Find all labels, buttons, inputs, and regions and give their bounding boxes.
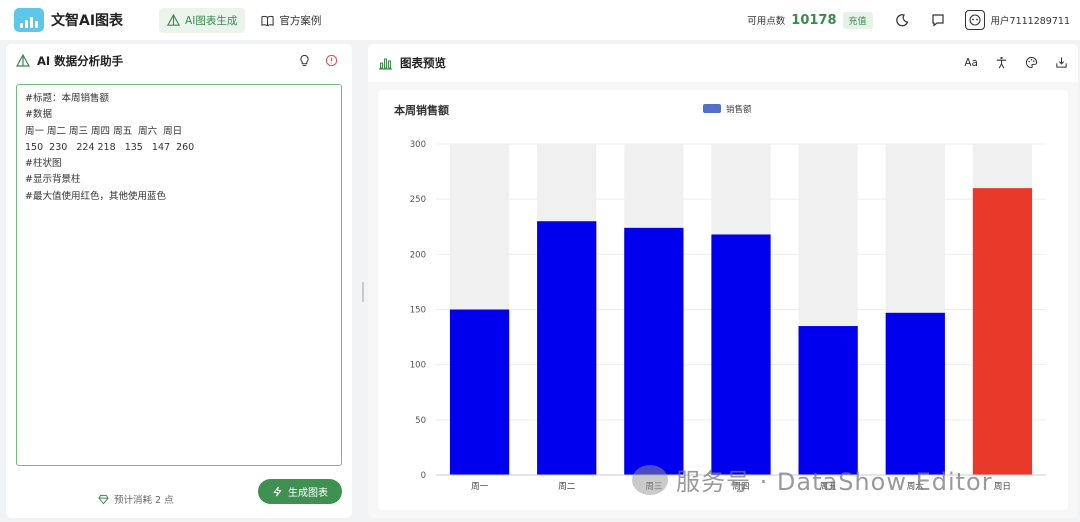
bar-chart: 本周销售额销售额050100150200250300周一周二周三周四周五周六周日 — [394, 103, 1046, 492]
account-area: 可用点数 10178 充值 用户7111289711 — [747, 0, 1070, 40]
points-value: 10178 — [791, 12, 837, 28]
diamond-icon — [98, 494, 109, 504]
nav-ai-chart-label: AI图表生成 — [185, 14, 238, 27]
legend-label: 销售额 — [726, 104, 752, 115]
wechat-icon — [632, 464, 668, 495]
nav-official-cases-label: 官方案例 — [279, 14, 322, 27]
nav-ai-chart[interactable]: AI图表生成 — [159, 7, 246, 33]
book-icon — [261, 15, 274, 26]
ai-assistant-panel: AI 数据分析助手 #标题：本周销售额 #数据周一 周二 周三 周四 周五 周六 … — [6, 44, 352, 518]
generate-label: 生成图表 — [288, 488, 328, 499]
y-tick-label: 250 — [410, 195, 426, 205]
watermark: 服务号 · DataShow Editor — [632, 462, 993, 497]
assistant-title: AI 数据分析助手 — [37, 54, 124, 68]
y-tick-label: 50 — [415, 416, 426, 426]
chart-preview-panel: 图表预览 Aa 本周销售额销售额050100150200250300周一周二周三… — [368, 44, 1078, 518]
lightbulb-icon[interactable] — [298, 54, 311, 67]
avatar[interactable] — [964, 10, 985, 30]
x-tick-label: 周日 — [994, 482, 1011, 492]
panel-resize-handle[interactable] — [362, 282, 364, 302]
y-tick-label: 100 — [410, 361, 426, 371]
x-tick-label: 周一 — [471, 482, 489, 492]
generate-chart-button[interactable]: 生成图表 — [258, 479, 342, 504]
chat-icon — [931, 14, 944, 27]
y-tick-label: 200 — [410, 250, 426, 260]
username: 用户7111289711 — [990, 16, 1070, 27]
x-tick-label: 周二 — [558, 482, 576, 492]
prompt-line: 周一 周二 周三 周四 周五 周六 周日 — [25, 125, 183, 137]
logo[interactable]: 文智AI图表 — [14, 8, 123, 32]
chart-card: 本周销售额销售额050100150200250300周一周二周三周四周五周六周日 — [378, 90, 1068, 510]
bar — [624, 227, 684, 475]
cost-label: 预计消耗 2 点 — [114, 495, 174, 506]
palette-icon[interactable] — [1025, 56, 1038, 69]
bar — [449, 309, 510, 475]
accessibility-icon[interactable] — [995, 56, 1008, 69]
assistant-footer: 预计消耗 2 点 生成图表 — [6, 478, 352, 518]
assistant-tools — [298, 54, 338, 67]
bar — [798, 326, 858, 475]
triangle-logo-icon — [16, 54, 30, 67]
prompt-line: 150 230 224 218 135 147 260 — [25, 141, 195, 153]
prompt-line: #标题：本周销售额 — [25, 93, 109, 104]
bar — [972, 188, 1033, 475]
y-tick-label: 150 — [410, 306, 426, 316]
download-icon[interactable] — [1055, 56, 1068, 69]
dark-mode-toggle[interactable] — [895, 13, 909, 27]
prompt-line: #数据 — [25, 109, 52, 121]
top-bar: 文智AI图表 AI图表生成 官方案例 可用点数 10178 充值 用户71112… — [0, 0, 1080, 40]
prompt-line: #柱状图 — [25, 158, 62, 170]
y-tick-label: 300 — [410, 140, 426, 150]
preview-tools: Aa — [964, 56, 1068, 69]
moon-icon — [895, 14, 908, 27]
logo-icon — [14, 8, 44, 32]
bar — [537, 221, 597, 475]
font-button[interactable]: Aa — [964, 57, 978, 69]
lightning-icon — [273, 486, 282, 497]
alert-icon[interactable] — [325, 54, 338, 67]
prompt-editor[interactable]: #标题：本周销售额 #数据周一 周二 周三 周四 周五 周六 周日 150 230 … — [16, 84, 342, 466]
cost-estimate: 预计消耗 2 点 — [98, 492, 174, 506]
triangle-logo-icon — [167, 13, 181, 26]
y-tick-label: 0 — [421, 471, 426, 481]
chart-title: 本周销售额 — [394, 103, 449, 117]
app-name: 文智AI图表 — [51, 13, 124, 29]
watermark-text: 服务号 · DataShow Editor — [676, 468, 993, 496]
points-label: 可用点数 — [747, 16, 786, 27]
legend-swatch — [703, 104, 721, 113]
message-button[interactable] — [931, 13, 945, 27]
prompt-line: #最大值使用红色，其他使用蓝色 — [25, 190, 166, 202]
robot-avatar-icon — [968, 14, 981, 26]
recharge-button[interactable]: 充值 — [842, 11, 873, 29]
main-nav: AI图表生成 官方案例 — [159, 7, 329, 33]
preview-title: 图表预览 — [400, 56, 446, 70]
bar — [885, 312, 945, 475]
bar-chart-icon — [379, 58, 392, 70]
bar — [711, 234, 771, 475]
nav-official-cases[interactable]: 官方案例 — [253, 8, 329, 33]
prompt-line: #显示背景柱 — [25, 174, 81, 186]
